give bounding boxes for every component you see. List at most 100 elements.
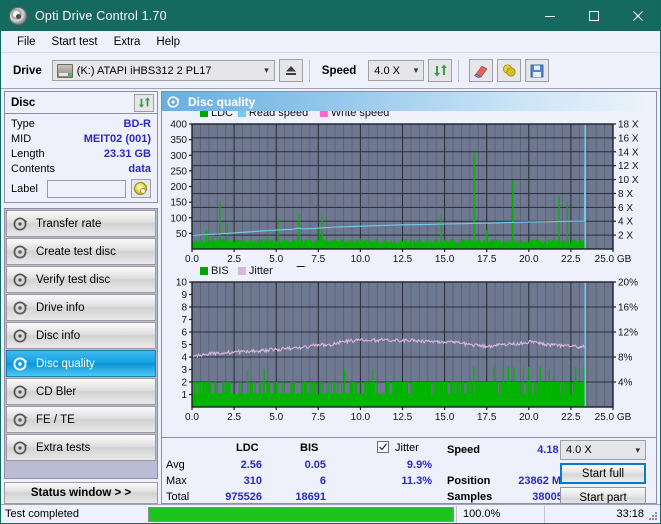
svg-text:BIS: BIS — [211, 266, 229, 277]
svg-text:17.5: 17.5 — [477, 254, 497, 265]
stats-jitter-avg: 9.9% — [406, 459, 432, 471]
eject-icon — [285, 66, 296, 75]
jitter-checkbox[interactable] — [377, 441, 389, 453]
sidebar-item-label: Drive info — [36, 301, 85, 314]
disc-contents-label: Contents — [11, 162, 56, 175]
svg-text:20.0: 20.0 — [519, 412, 539, 423]
svg-text:LDC: LDC — [211, 111, 233, 119]
svg-text:7.5: 7.5 — [311, 254, 325, 265]
app-disc-icon — [9, 7, 27, 25]
close-icon[interactable] — [616, 1, 660, 31]
disc-row-type: Type BD-R — [11, 116, 151, 131]
settings-button[interactable] — [497, 59, 522, 82]
stats-jitter-max: 11.3% — [401, 475, 432, 487]
speed-select[interactable]: 4.0 X ▾ — [368, 60, 425, 81]
sidebar-item-extra-tests[interactable]: Extra tests — [6, 434, 156, 461]
svg-text:25.0 GB: 25.0 GB — [595, 412, 632, 423]
title-bar: Opti Drive Control 1.70 — [1, 1, 660, 31]
svg-text:2.5: 2.5 — [227, 254, 241, 265]
disc-icon — [13, 217, 28, 230]
sidebar-item-disc-quality[interactable]: Disc quality — [6, 350, 156, 377]
disc-type-value: BD-R — [123, 117, 152, 130]
resize-grip-icon[interactable] — [647, 510, 658, 521]
svg-text:22.5: 22.5 — [561, 412, 581, 423]
sidebar-item-cd-bler[interactable]: CD Bler — [6, 378, 156, 405]
disc-icon — [13, 385, 28, 398]
save-button[interactable] — [525, 59, 550, 82]
svg-text:10.0: 10.0 — [351, 412, 371, 423]
sidebar-item-verify-test-disc[interactable]: Verify test disc — [6, 266, 156, 293]
test-speed-select[interactable]: 4.0 X ▾ — [560, 440, 646, 460]
svg-text:7: 7 — [181, 315, 187, 326]
sidebar-item-label: FE / TE — [36, 413, 75, 426]
eject-button[interactable] — [278, 59, 303, 82]
svg-text:2 X: 2 X — [618, 231, 633, 242]
menu-extra[interactable]: Extra — [106, 34, 149, 50]
sidebar-item-label: Create test disc — [36, 245, 116, 258]
menu-file[interactable]: File — [9, 34, 44, 50]
svg-text:350: 350 — [170, 135, 187, 146]
svg-text:1: 1 — [181, 390, 187, 401]
svg-text:Jitter: Jitter — [249, 266, 273, 277]
stats-row-avg: Avg — [166, 459, 185, 471]
sidebar-item-label: Disc quality — [36, 357, 95, 370]
sidebar-item-drive-info[interactable]: Drive info — [6, 294, 156, 321]
disc-refresh-button[interactable] — [134, 93, 154, 112]
disc-icon — [13, 357, 28, 370]
stats-samples-value: 380052 — [532, 491, 569, 503]
menu-start-test[interactable]: Start test — [44, 34, 106, 50]
refresh-button[interactable] — [428, 59, 453, 82]
svg-text:12.5: 12.5 — [393, 412, 413, 423]
disc-icon — [13, 273, 28, 286]
stats-col-bis: BIS — [300, 442, 319, 454]
progress-percent: 100.0% — [456, 505, 544, 523]
nav-list: Transfer rate Create test disc Verify te… — [4, 208, 158, 479]
main-body: Disc Type BD-R MID MEIT02 (001) Length 2… — [1, 89, 660, 504]
svg-text:10: 10 — [176, 278, 188, 289]
svg-text:20.0: 20.0 — [519, 254, 539, 265]
disc-mid-value: MEIT02 (001) — [83, 132, 151, 145]
status-window-button[interactable]: Status window > > — [4, 482, 158, 504]
svg-text:16 X: 16 X — [618, 133, 639, 144]
sidebar-item-fe-te[interactable]: FE / TE — [6, 406, 156, 433]
drive-icon — [56, 63, 73, 78]
svg-text:300: 300 — [170, 151, 187, 162]
svg-text:12.5: 12.5 — [393, 254, 413, 265]
sidebar-item-label: Extra tests — [36, 441, 91, 454]
svg-text:8: 8 — [181, 303, 187, 314]
svg-text:150: 150 — [170, 198, 187, 209]
svg-text:15.0: 15.0 — [435, 412, 455, 423]
svg-text:16%: 16% — [618, 303, 638, 314]
disc-quality-ldc-chart: 50 100 150 200 250 300 350 400 2 X 4 X 6 X 8 X 10 X 1… — [170, 111, 639, 265]
drive-select[interactable]: (K:) ATAPI iHBS312 2 PL17 ▾ — [51, 60, 275, 81]
sidebar-item-create-test-disc[interactable]: Create test disc — [6, 238, 156, 265]
status-text: Test completed — [5, 508, 79, 520]
sidebar-item-disc-info[interactable]: Disc info — [6, 322, 156, 349]
disc-row-mid: MID MEIT02 (001) — [11, 131, 151, 146]
maximize-icon[interactable] — [572, 1, 616, 31]
app-window: Opti Drive Control 1.70 File Start test … — [0, 0, 661, 524]
minimize-icon[interactable] — [528, 1, 572, 31]
disc-row-contents: Contents data — [11, 161, 151, 176]
erase-button[interactable] — [469, 59, 494, 82]
sidebar-item-transfer-rate[interactable]: Transfer rate — [6, 210, 156, 237]
charts-area: 50 100 150 200 250 300 350 400 2 X 4 X 6 X 8 X 10 X 1… — [162, 111, 656, 437]
jitter-label: Jitter — [395, 442, 419, 454]
svg-text:8 X: 8 X — [618, 189, 633, 200]
disc-label-input[interactable] — [46, 179, 126, 198]
start-full-button[interactable]: Start full — [560, 463, 646, 484]
disc-quality-bis-chart: 12 34 56 78 910 4% 8% 12% 16% 20% 0.0 2.5 5.0 7.5 10.0… — [176, 266, 638, 423]
window-title: Opti Drive Control 1.70 — [35, 9, 167, 23]
disc-label-label: Label — [11, 182, 38, 195]
drive-label: Drive — [13, 64, 42, 77]
stats-ldc-total: 975526 — [225, 491, 262, 503]
toolbar-divider-1 — [308, 59, 310, 82]
disc-icon — [167, 95, 180, 108]
menu-help[interactable]: Help — [148, 34, 188, 50]
start-part-button[interactable]: Start part — [560, 487, 646, 503]
disc-icon — [13, 245, 28, 258]
disc-label-browse-button[interactable] — [130, 179, 151, 198]
stats-bis-max: 6 — [319, 475, 326, 487]
disc-icon — [13, 301, 28, 314]
